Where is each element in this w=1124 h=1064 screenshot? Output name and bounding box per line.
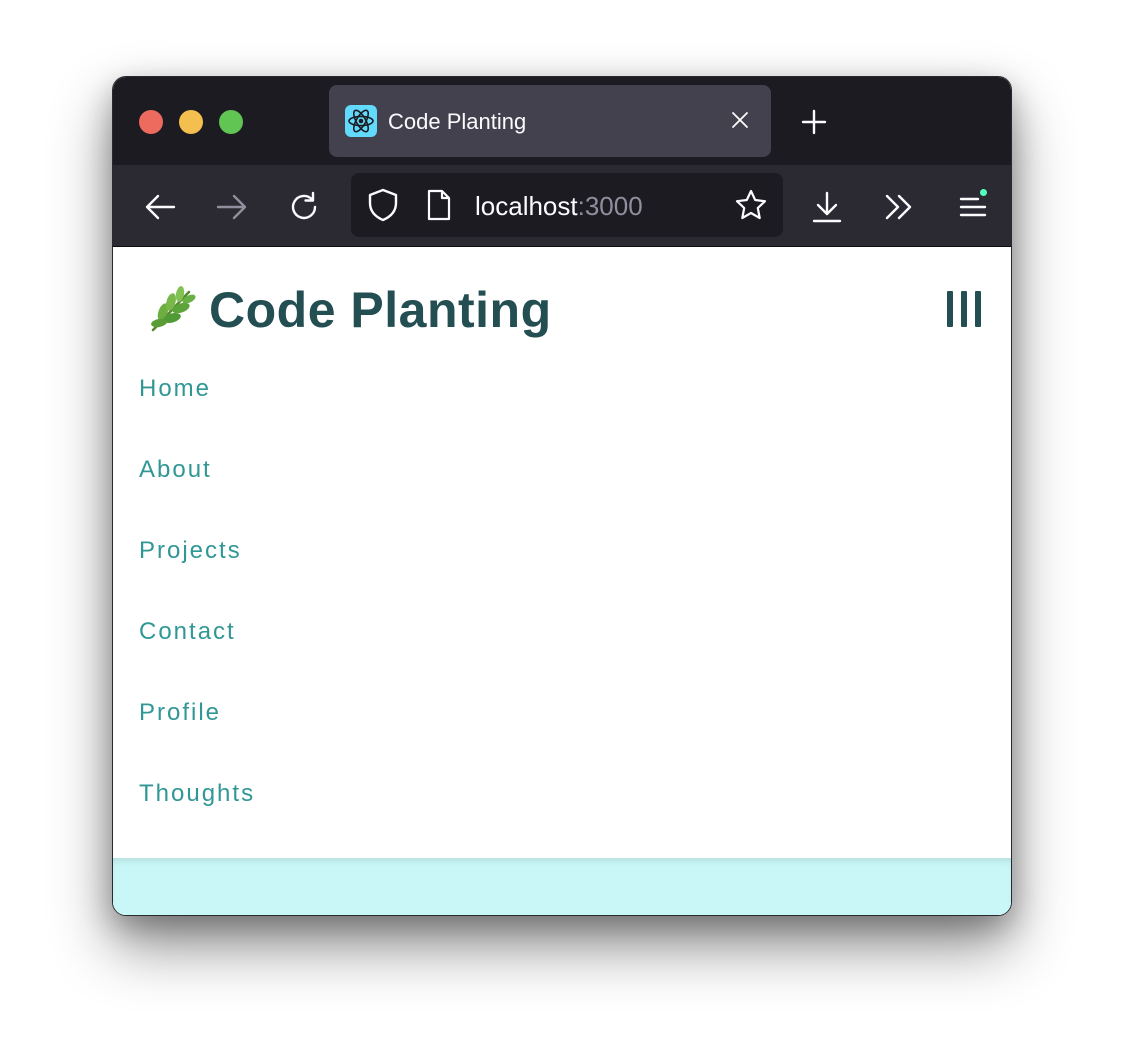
arrow-right-icon[interactable] [212,187,252,227]
tab-title: Code Planting [388,109,527,134]
tab-strip: Code Planting [113,77,1011,165]
reload-icon[interactable] [284,187,324,227]
site-title: Code Planting [209,282,552,338]
menu-bar [961,291,967,327]
chevrons-right-icon[interactable] [879,187,919,227]
url-port: :3000 [577,191,643,221]
nav-link-profile[interactable]: Profile [139,699,255,780]
star-icon[interactable] [731,185,771,225]
url-text[interactable]: localhost:3000 [475,191,643,222]
react-atom-icon [345,105,377,137]
tab-close-icon[interactable] [727,107,753,133]
menu-bar [947,291,953,327]
nav-link-thoughts[interactable]: Thoughts [139,780,255,861]
new-tab-plus-icon[interactable] [799,107,829,137]
menu-bar [975,291,981,327]
nav-link-projects[interactable]: Projects [139,537,255,618]
window-maximize-button[interactable] [219,110,243,134]
arrow-left-icon[interactable] [140,187,180,227]
browser-window: Code Planting localhost:3000 Code Planti… [112,76,1012,916]
page-content: Code Planting Home About Projects Contac… [113,247,1011,915]
hamburger-menu-icon[interactable] [953,187,993,227]
nav-link-about[interactable]: About [139,456,255,537]
document-icon [419,185,459,225]
site-nav: Home About Projects Contact Profile Thou… [139,375,255,861]
site-header: Code Planting [113,247,1011,367]
shield-icon[interactable] [363,185,403,225]
download-icon[interactable] [807,187,847,227]
nav-link-contact[interactable]: Contact [139,618,255,699]
footer-band [113,858,1011,915]
browser-tab[interactable]: Code Planting [329,85,771,157]
address-bar[interactable]: localhost:3000 [351,173,783,237]
window-close-button[interactable] [139,110,163,134]
menu-toggle-button[interactable] [947,291,981,327]
navigation-toolbar: localhost:3000 [113,165,1011,247]
herb-icon [151,286,196,332]
url-host: localhost [475,191,578,221]
brand-link[interactable]: Code Planting [145,281,552,339]
nav-link-home[interactable]: Home [139,375,255,456]
update-badge [978,187,989,198]
window-minimize-button[interactable] [179,110,203,134]
